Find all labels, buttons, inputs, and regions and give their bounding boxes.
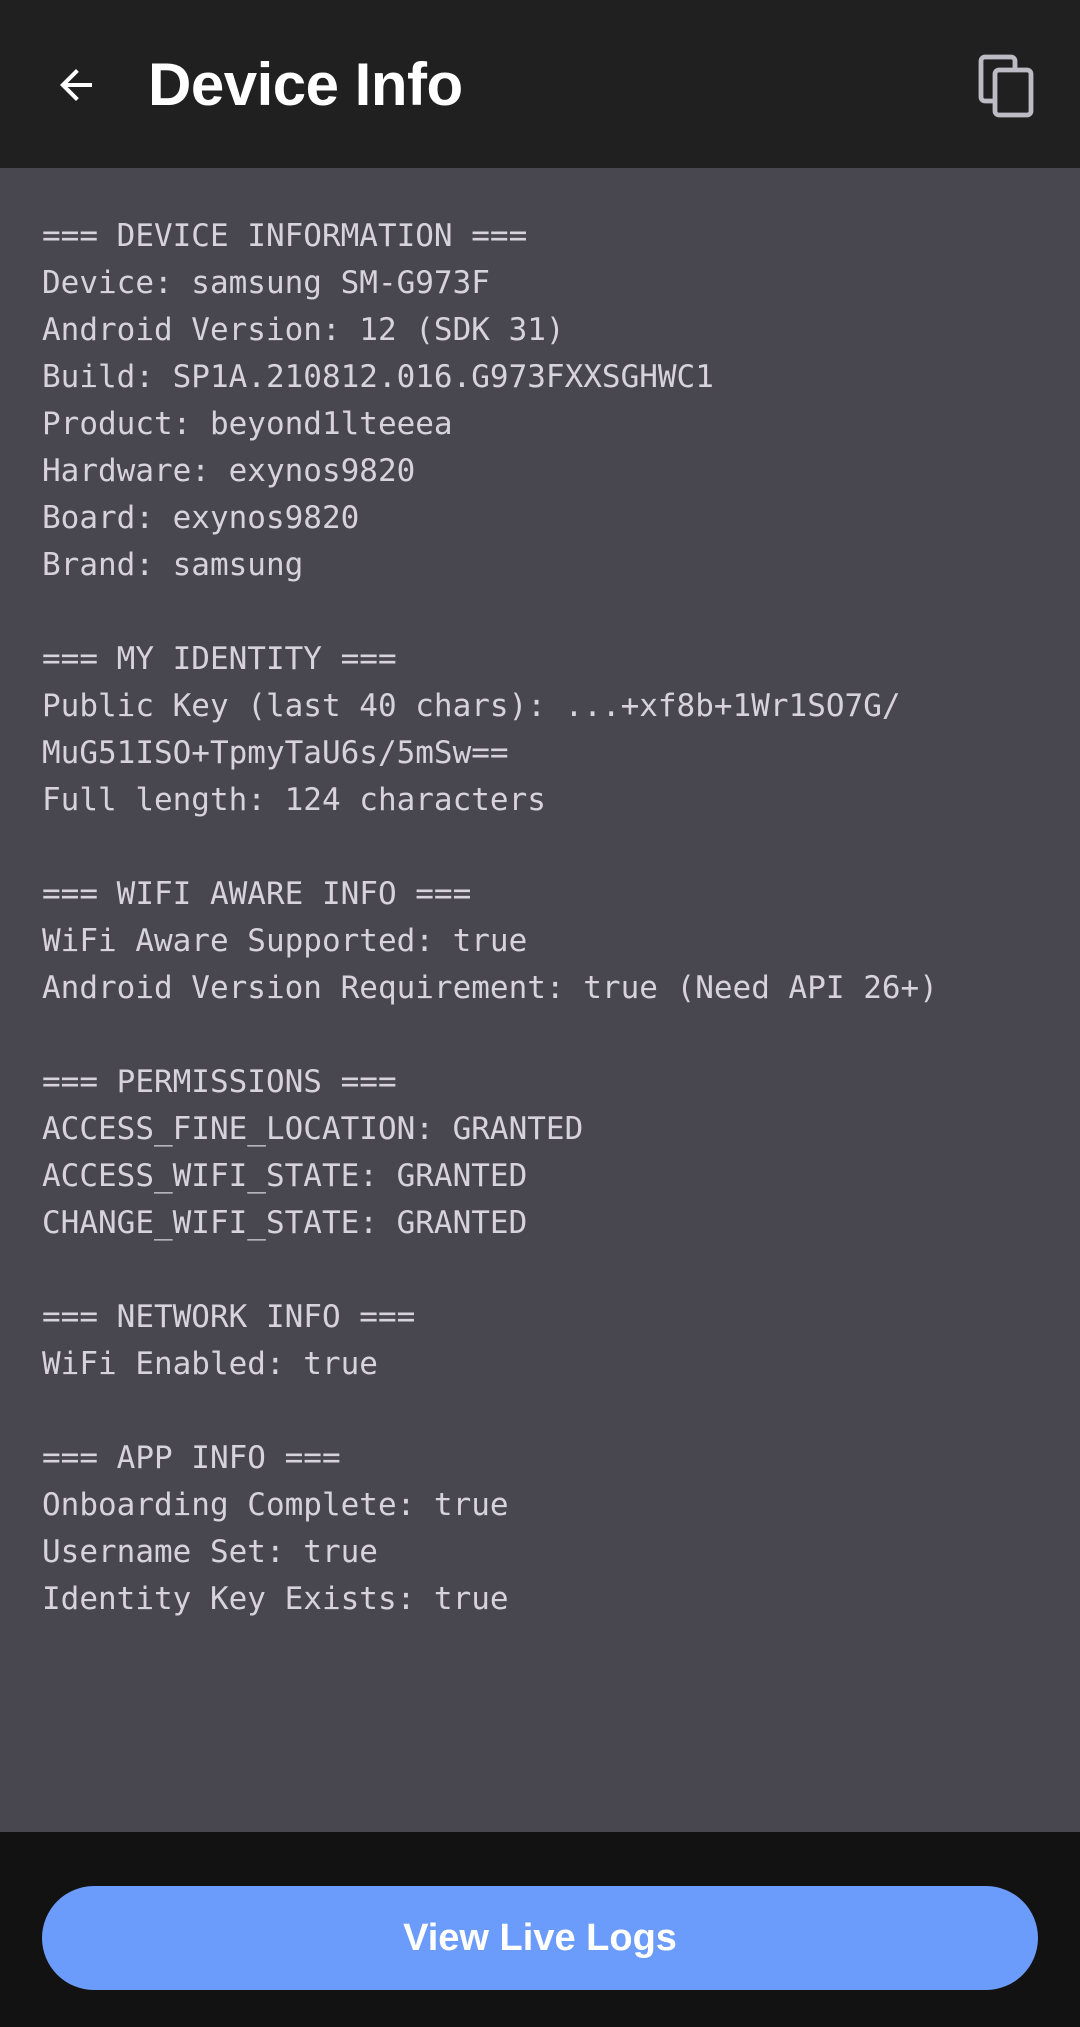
bottom-bar: View Live Logs [0, 1832, 1080, 2027]
copy-icon [978, 54, 1034, 118]
view-live-logs-button[interactable]: View Live Logs [42, 1886, 1038, 1990]
back-button[interactable] [36, 40, 116, 130]
device-info-screen: Device Info === DEVICE INFORMATION === D… [0, 0, 1080, 2027]
page-title: Device Info [148, 51, 463, 118]
device-info-text: === DEVICE INFORMATION === Device: samsu… [42, 218, 938, 1617]
arrow-back-icon [60, 69, 92, 101]
copy-button[interactable] [960, 44, 1054, 128]
top-app-bar: Device Info [0, 0, 1080, 168]
device-info-panel: === DEVICE INFORMATION === Device: samsu… [0, 168, 1080, 1832]
